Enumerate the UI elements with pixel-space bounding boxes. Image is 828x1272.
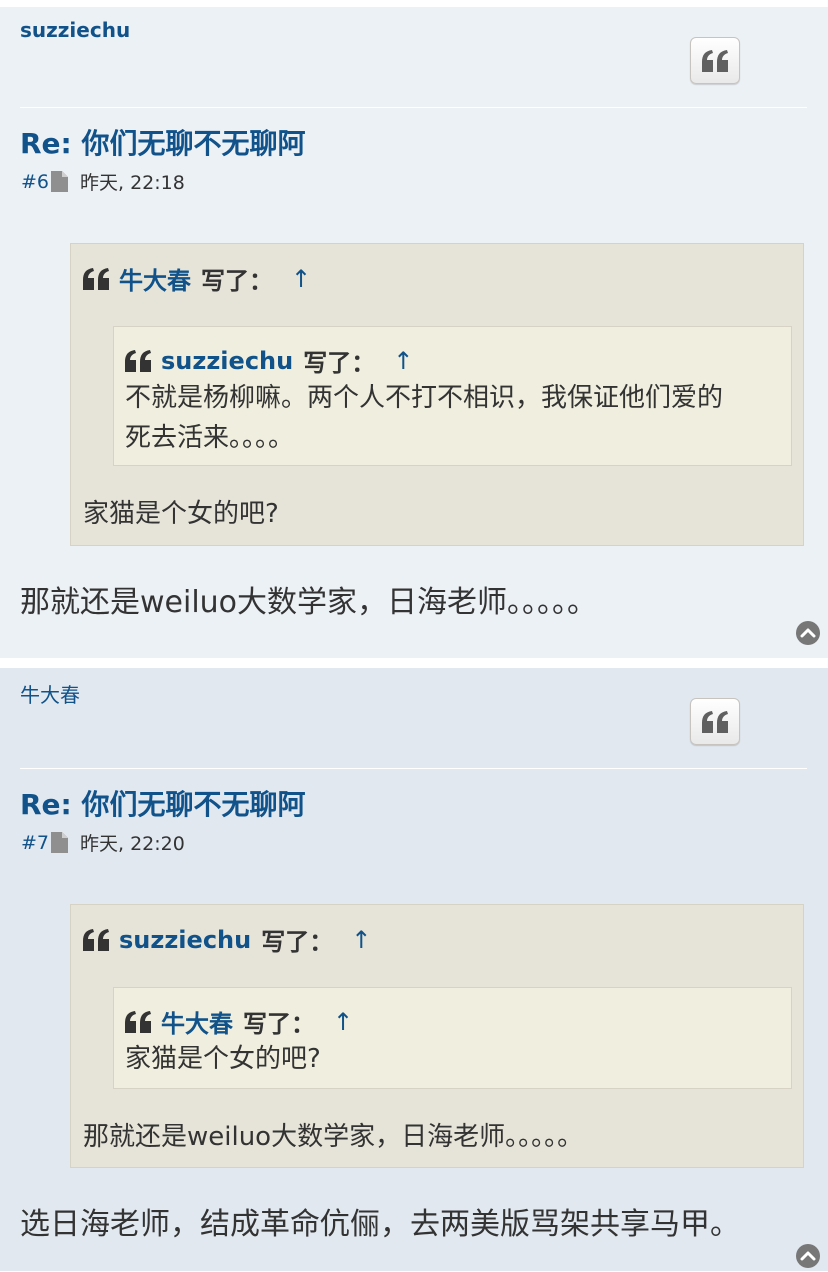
- post-time: 昨天, 22:18: [80, 172, 185, 194]
- quote-author-link[interactable]: suzziechu: [119, 926, 251, 954]
- post-meta: #7 昨天, 22:20: [21, 829, 185, 856]
- post-number-link[interactable]: #7: [21, 832, 49, 854]
- quote-wrote-label: 写了：: [303, 349, 376, 377]
- quote-text: 家猫是个女的吧?: [83, 499, 279, 529]
- quote-text-line: 不就是杨柳嘛。两个人不打不相识，我保证他们爱的: [125, 383, 724, 413]
- quote-icon: [125, 349, 151, 372]
- file-icon: [51, 832, 69, 853]
- quote-button[interactable]: [690, 698, 740, 745]
- quote-jump-link[interactable]: ↑: [291, 265, 311, 293]
- post-title[interactable]: Re: 你们无聊不无聊阿: [20, 783, 306, 823]
- post-content: 选日海老师，结成革命伉俪，去两美版骂架共享马甲。: [20, 1207, 740, 1242]
- quote-text-line: 家猫是个女的吧?: [125, 1044, 321, 1074]
- back-to-top-button[interactable]: [796, 1244, 820, 1268]
- post-divider: [20, 107, 807, 108]
- quote-text: 那就还是weiluo大数学家，日海老师。。。。。: [83, 1122, 584, 1152]
- chevron-up-circle-icon: [796, 1244, 820, 1268]
- quote-author-link[interactable]: 牛大春: [161, 1004, 233, 1039]
- nested-blockquote: suzziechu 写了： ↑ 不就是杨柳嘛。两个人不打不相识，我保证他们爱的 …: [113, 326, 792, 466]
- quote-text: 家猫是个女的吧?: [125, 1039, 321, 1079]
- quote-cite: 牛大春 写了： ↑: [125, 1004, 353, 1039]
- quote-cite: suzziechu 写了： ↑: [125, 343, 413, 378]
- quote-wrote-label: 写了：: [261, 928, 334, 956]
- chevron-up-circle-icon: [796, 621, 820, 645]
- post-7: 牛大春 Re: 你们无聊不无聊阿 #7 昨天, 22:20 suzziechu …: [0, 668, 828, 1271]
- quote-jump-link[interactable]: ↑: [351, 926, 371, 954]
- quote-author-link[interactable]: 牛大春: [119, 261, 191, 296]
- quote-icon: [83, 928, 109, 951]
- quote-button[interactable]: [690, 37, 740, 84]
- nested-blockquote: 牛大春 写了： ↑ 家猫是个女的吧?: [113, 987, 792, 1089]
- quote-cite: suzziechu 写了： ↑: [83, 922, 371, 957]
- file-icon: [51, 171, 69, 192]
- post-6: suzziechu Re: 你们无聊不无聊阿 #6 昨天, 22:18 牛大春 …: [0, 7, 828, 658]
- post-meta: #6 昨天, 22:18: [21, 168, 185, 195]
- quote-cite: 牛大春 写了： ↑: [83, 261, 311, 296]
- quote-icon: [702, 49, 728, 72]
- post-time: 昨天, 22:20: [80, 833, 185, 855]
- post-divider: [20, 768, 807, 769]
- quote-jump-link[interactable]: ↑: [333, 1008, 353, 1036]
- blockquote: 牛大春 写了： ↑ suzziechu 写了： ↑ 不就是杨柳嘛。两个人不打不相…: [70, 243, 804, 546]
- post-author[interactable]: suzziechu: [20, 18, 130, 42]
- quote-jump-link[interactable]: ↑: [393, 347, 413, 375]
- post-author[interactable]: 牛大春: [20, 679, 80, 708]
- quote-wrote-label: 写了：: [243, 1010, 315, 1038]
- quote-text-line: 死去活来。。。。: [125, 423, 295, 453]
- quote-icon: [125, 1010, 151, 1033]
- quote-author-link[interactable]: suzziechu: [161, 347, 293, 375]
- blockquote: suzziechu 写了： ↑ 牛大春 写了： ↑ 家猫是个女的吧? 那就还是w…: [70, 904, 804, 1168]
- quote-wrote-label: 写了：: [201, 267, 273, 295]
- post-title[interactable]: Re: 你们无聊不无聊阿: [20, 122, 306, 162]
- post-number-link[interactable]: #6: [21, 171, 49, 193]
- quote-icon: [83, 267, 109, 290]
- quote-icon: [702, 710, 728, 733]
- quote-text: 不就是杨柳嘛。两个人不打不相识，我保证他们爱的 死去活来。。。。: [125, 378, 723, 458]
- back-to-top-button[interactable]: [796, 621, 820, 645]
- post-content: 那就还是weiluo大数学家，日海老师。。。。。: [20, 585, 598, 620]
